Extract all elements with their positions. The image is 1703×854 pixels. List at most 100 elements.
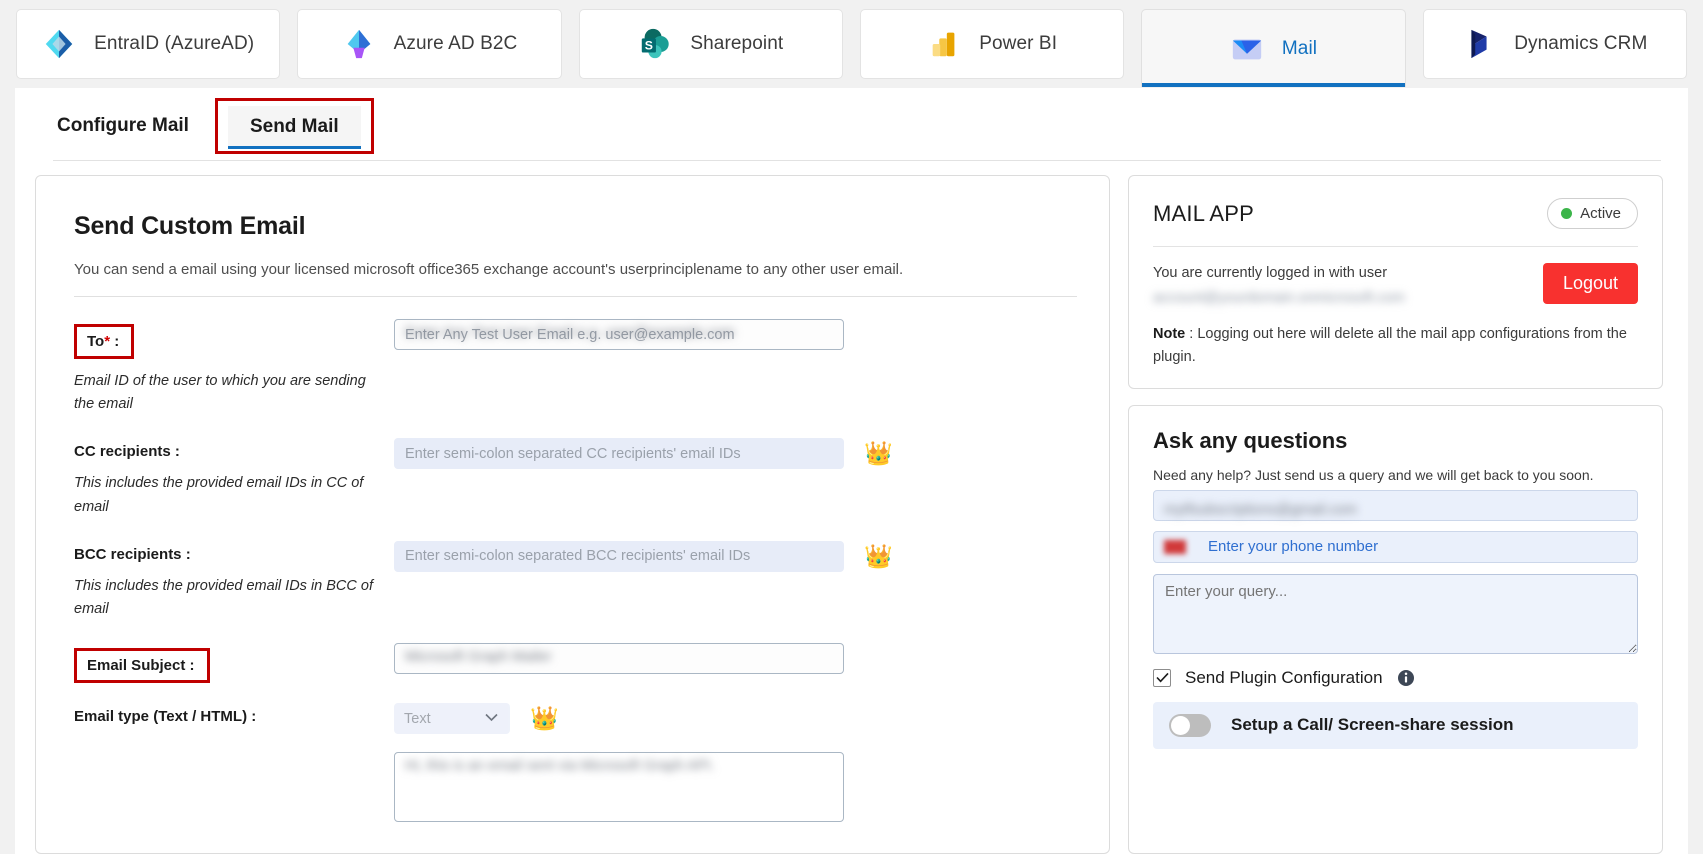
- product-tab-label: Power BI: [979, 33, 1058, 54]
- field-left-body: [74, 752, 394, 827]
- product-tab-sharepoint[interactable]: S Sharepoint: [578, 9, 843, 79]
- cc-input[interactable]: [394, 438, 844, 470]
- field-right-email-type: Text 👑: [394, 703, 1077, 735]
- ask-questions-panel: Ask any questions Need any help? Just se…: [1128, 404, 1663, 854]
- query-textarea[interactable]: [1153, 573, 1638, 654]
- tab-configure-mail[interactable]: Configure Mail: [53, 105, 193, 147]
- right-scroll-gutter: [1688, 0, 1703, 854]
- note-prefix: Note: [1153, 326, 1186, 343]
- logout-button[interactable]: Logout: [1542, 263, 1638, 304]
- send-plugin-config-checkbox[interactable]: [1153, 668, 1171, 687]
- subject-input-wrapper: Microsoft Graph Mailer: [394, 643, 844, 675]
- product-tab-label: Mail: [1281, 37, 1318, 59]
- field-row-bcc: BCC recipients : This includes the provi…: [74, 540, 1077, 621]
- info-icon[interactable]: [1397, 669, 1415, 687]
- card-divider: [74, 296, 1077, 297]
- to-field-label: To* :: [74, 324, 135, 359]
- product-tab-label: Sharepoint: [690, 33, 784, 54]
- mail-app-panel: MAIL APP Active You are currently logged…: [1128, 175, 1663, 389]
- field-right-bcc: 👑: [394, 540, 1077, 621]
- page-root: EntraID (AzureAD) Azure AD B2C S Sharepo…: [0, 0, 1703, 854]
- field-row-email-type: Email type (Text / HTML) : Text 👑: [74, 703, 1077, 735]
- logged-in-user-redacted: account@yourdomain.onmicrosoft.com: [1153, 290, 1405, 307]
- ask-questions-subtitle: Need any help? Just send us a query and …: [1153, 466, 1594, 483]
- mail-app-header: MAIL APP Active: [1153, 198, 1638, 229]
- logged-in-label: You are currently logged in with user: [1153, 265, 1388, 281]
- email-type-select-wrapper: Text: [394, 703, 510, 735]
- product-tab-label: Dynamics CRM: [1514, 33, 1648, 54]
- ask-questions-title: Ask any questions: [1153, 427, 1348, 453]
- country-flag-icon[interactable]: [1164, 539, 1186, 554]
- sub-tab-bar: Configure Mail Send Mail: [15, 88, 1688, 163]
- mail-app-title: MAIL APP: [1153, 200, 1255, 226]
- product-tab-mail[interactable]: Mail: [1141, 9, 1406, 87]
- status-badge: Active: [1547, 198, 1638, 229]
- screen-share-row[interactable]: Setup a Call/ Screen-share session: [1153, 701, 1638, 749]
- content-area: Send Custom Email You can send a email u…: [15, 163, 1688, 854]
- mail-app-note: Note : Logging out here will delete all …: [1153, 323, 1638, 368]
- bcc-field-hint: This includes the provided email IDs in …: [74, 577, 373, 617]
- crown-icon: 👑: [864, 542, 893, 569]
- field-left-bcc: BCC recipients : This includes the provi…: [74, 541, 394, 621]
- crown-icon: 👑: [530, 705, 559, 732]
- product-tab-azure-ad-b2c[interactable]: Azure AD B2C: [297, 9, 562, 79]
- cc-field-label: CC recipients :: [74, 443, 180, 461]
- sharepoint-icon: S: [642, 28, 670, 59]
- bcc-input[interactable]: [394, 540, 844, 572]
- logged-in-text-block: You are currently logged in with user ac…: [1153, 263, 1405, 309]
- phone-number-input[interactable]: Enter your phone number: [1153, 530, 1638, 563]
- product-tab-entraid[interactable]: EntraID (AzureAD): [16, 9, 281, 79]
- product-tab-label: Azure AD B2C: [393, 33, 518, 54]
- to-input[interactable]: [394, 319, 844, 350]
- field-row-to: To* : Email ID of the user to which you …: [74, 319, 1077, 416]
- to-field-hint: Email ID of the user to which you are se…: [74, 373, 366, 413]
- screen-share-label: Setup a Call/ Screen-share session: [1231, 715, 1514, 735]
- checkmark-icon: [1155, 673, 1169, 683]
- product-tab-dynamics-crm[interactable]: Dynamics CRM: [1422, 9, 1687, 79]
- mail-app-divider: [1153, 246, 1638, 247]
- right-sidebar: MAIL APP Active You are currently logged…: [1128, 175, 1663, 854]
- field-right-to: Enter Any Test User Email e.g. user@exam…: [394, 319, 1077, 416]
- field-right-cc: 👑: [394, 438, 1077, 518]
- email-type-field-label: Email type (Text / HTML) :: [74, 708, 257, 726]
- query-email-input[interactable]: [1153, 489, 1638, 521]
- crown-icon: 👑: [864, 440, 893, 467]
- body-textarea-wrapper: Hi, this is an email sent via Microsoft …: [394, 752, 844, 827]
- body-textarea[interactable]: [394, 752, 844, 823]
- field-row-body: Hi, this is an email sent via Microsoft …: [74, 752, 1077, 827]
- dynamics-crm-icon: [1471, 29, 1487, 59]
- send-plugin-config-label: Send Plugin Configuration: [1185, 667, 1383, 687]
- phone-placeholder-label: Enter your phone number: [1208, 538, 1379, 556]
- screen-share-toggle[interactable]: [1169, 713, 1211, 737]
- field-right-subject: Microsoft Graph Mailer: [394, 643, 1077, 683]
- send-mail-highlight-box: Send Mail: [214, 97, 374, 154]
- bcc-field-label: BCC recipients :: [74, 545, 191, 563]
- subject-field-label: Email Subject :: [74, 648, 210, 684]
- toggle-knob: [1171, 715, 1190, 735]
- svg-text:S: S: [645, 39, 653, 53]
- sub-tab-divider: [53, 160, 1661, 161]
- field-row-cc: CC recipients : This includes the provid…: [74, 438, 1077, 518]
- subject-input[interactable]: [394, 643, 844, 675]
- mail-icon: [1232, 39, 1262, 59]
- status-dot-icon: [1561, 208, 1573, 219]
- field-left-email-type: Email type (Text / HTML) :: [74, 703, 394, 734]
- send-custom-email-card: Send Custom Email You can send a email u…: [35, 175, 1110, 854]
- field-row-subject: Email Subject : Microsoft Graph Mailer: [74, 643, 1077, 684]
- field-left-cc: CC recipients : This includes the provid…: [74, 438, 394, 518]
- page-title: Send Custom Email: [74, 212, 306, 240]
- power-bi-icon: [932, 32, 955, 57]
- field-left-subject: Email Subject :: [74, 643, 394, 684]
- query-email-wrapper: mytfsubscriptions@gmail.com: [1153, 489, 1638, 521]
- cc-field-hint: This includes the provided email IDs in …: [74, 475, 364, 515]
- product-tab-bar: EntraID (AzureAD) Azure AD B2C S Sharepo…: [0, 0, 1703, 88]
- tab-send-mail[interactable]: Send Mail: [227, 105, 361, 149]
- field-right-body: Hi, this is an email sent via Microsoft …: [394, 752, 1077, 827]
- azure-ad-b2c-icon: [347, 29, 370, 59]
- product-tab-power-bi[interactable]: Power BI: [859, 9, 1125, 79]
- email-type-select[interactable]: Text: [394, 703, 510, 735]
- page-description: You can send a email using your licensed…: [74, 261, 904, 278]
- entra-id-icon: [45, 29, 73, 59]
- status-badge-label: Active: [1580, 205, 1621, 222]
- note-text: : Logging out here will delete all the m…: [1153, 326, 1627, 365]
